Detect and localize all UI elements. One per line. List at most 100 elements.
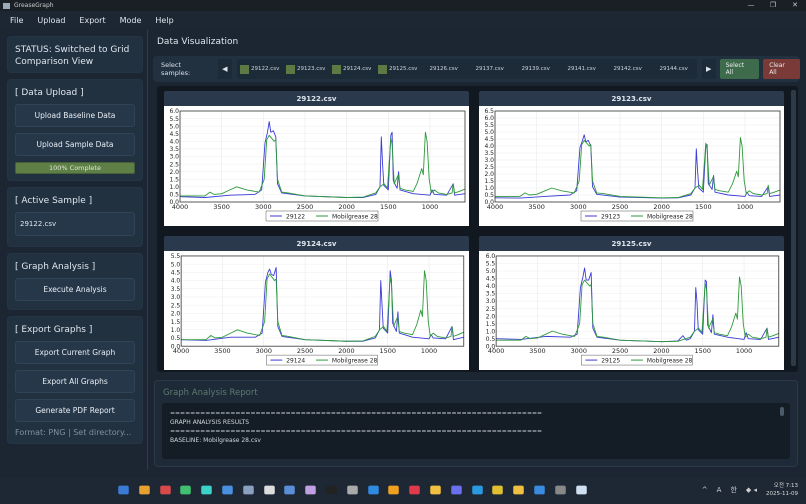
status-message: STATUS: Switched to Grid Comparison View <box>7 36 143 73</box>
chart-title: 29124.csv <box>164 236 469 251</box>
legend-sample-label: 29125 <box>601 358 620 365</box>
y-tick-label: 5.5 <box>171 253 181 260</box>
y-tick-label: 3.5 <box>171 286 181 293</box>
taskbar-app-icon[interactable] <box>409 485 420 495</box>
upload-baseline-button[interactable]: Upload Baseline Data <box>15 104 135 127</box>
menu-file[interactable]: File <box>10 16 23 25</box>
taskbar-app-icon[interactable] <box>201 485 212 495</box>
active-sample-field[interactable]: 29122.csv <box>15 212 135 236</box>
taskbar-app-icon[interactable] <box>305 485 316 495</box>
y-tick-label: 3.5 <box>169 146 179 153</box>
menu-help[interactable]: Help <box>155 16 173 25</box>
legend-baseline-label: Mobilgrease 28 <box>647 358 693 365</box>
menu-mode[interactable]: Mode <box>120 16 142 25</box>
sample-series-line <box>494 134 781 199</box>
taskbar-app-icon[interactable] <box>471 485 483 495</box>
taskbar-app-icon[interactable] <box>367 485 379 495</box>
chart-panel: 29125.csv 4000 3500 3000 2500 2000 1500 1000 0.0… <box>479 236 784 370</box>
y-tick-label: 4.0 <box>169 139 179 146</box>
sample-chip[interactable]: 29125.csv <box>375 64 421 74</box>
sample-chip[interactable]: 29137.csv <box>467 66 513 72</box>
sample-chip[interactable]: 29144.csv <box>651 66 697 72</box>
sample-chip[interactable]: 29141.csv <box>559 66 605 72</box>
generate-pdf-report-button[interactable]: Generate PDF Report <box>15 399 135 422</box>
clock[interactable]: 오전 7:13 2025-11-09 <box>766 482 798 498</box>
taskbar-app-icon[interactable] <box>346 485 358 495</box>
sample-chip[interactable]: 29142.csv <box>605 66 651 72</box>
maximize-button[interactable]: ❐ <box>762 0 784 11</box>
report-text[interactable]: ========================================… <box>162 403 790 459</box>
x-tick-label: 3500 <box>529 347 545 355</box>
export-section: [ Export Graphs ] Export Current Graph E… <box>7 316 143 444</box>
y-tick-label: 3.0 <box>171 294 181 301</box>
taskbar-app-icon[interactable] <box>139 485 150 495</box>
sample-chip-label: 29141.csv <box>567 66 596 72</box>
taskbar-app-icon[interactable] <box>513 485 524 495</box>
export-format-hint[interactable]: Format: PNG | Set directory... <box>15 428 135 437</box>
sample-checkbox[interactable] <box>240 64 250 74</box>
export-all-graphs-button[interactable]: Export All Graphs <box>15 370 135 393</box>
report-line: GRAPH ANALYSIS RESULTS <box>170 419 250 426</box>
taskbar-app-icon[interactable] <box>492 485 504 495</box>
x-tick-label: 1000 <box>737 203 754 211</box>
next-samples-button[interactable]: ▶ <box>701 59 716 79</box>
y-tick-label: 1.5 <box>486 321 496 328</box>
export-current-graph-button[interactable]: Export Current Graph <box>15 341 135 364</box>
prev-samples-button[interactable]: ◀ <box>217 59 232 79</box>
y-tick-label: 0.5 <box>169 192 179 199</box>
sample-chip[interactable]: 29126.csv <box>421 66 467 72</box>
sample-chip[interactable]: 29139.csv <box>513 66 559 72</box>
taskbar-app-icon[interactable] <box>284 485 296 495</box>
chart-legend: 29122 Mobilgrease 28 <box>265 210 379 222</box>
taskbar-app-icon[interactable] <box>222 485 233 495</box>
legend-baseline-label: Mobilgrease 28 <box>332 214 378 221</box>
select-all-button[interactable]: Select All <box>719 59 760 79</box>
y-tick-label: 5.0 <box>171 261 181 268</box>
taskbar-app-icon[interactable] <box>534 485 545 495</box>
minimize-button[interactable]: — <box>740 0 762 11</box>
sample-checkbox[interactable] <box>378 64 388 74</box>
y-tick-label: 3.5 <box>484 150 494 157</box>
sample-checkbox[interactable] <box>332 64 342 74</box>
tray-overflow-icon[interactable]: ^ <box>702 486 708 494</box>
taskbar-app-icon[interactable] <box>430 485 441 495</box>
chart-grid-scrollbar[interactable] <box>791 90 796 366</box>
taskbar-app-icon[interactable] <box>159 485 171 495</box>
sample-chip[interactable]: 29122.csv <box>237 64 283 74</box>
taskbar-app-icon[interactable] <box>180 485 192 495</box>
menu-export[interactable]: Export <box>79 16 105 25</box>
y-tick-label: 1.5 <box>171 319 181 326</box>
report-line: ========================================… <box>170 428 543 435</box>
taskbar-app-icon[interactable] <box>326 485 337 495</box>
input-mode-icon[interactable]: A <box>717 486 722 494</box>
y-tick-label: 3.0 <box>484 157 494 164</box>
menu-upload[interactable]: Upload <box>37 16 65 25</box>
taskbar-app-icon[interactable] <box>388 485 400 495</box>
upload-sample-button[interactable]: Upload Sample Data <box>15 133 135 156</box>
ime-icon[interactable]: 한 <box>730 485 736 495</box>
panel-divider[interactable] <box>147 30 148 470</box>
y-tick-label: 1.5 <box>169 176 179 183</box>
execute-analysis-button[interactable]: Execute Analysis <box>15 278 135 301</box>
wifi-volume-icon[interactable]: ◆ ◂ <box>746 486 757 494</box>
sample-checkbox[interactable] <box>286 64 296 74</box>
sample-chip[interactable]: 29123.csv <box>283 64 329 74</box>
x-tick-label: 2000 <box>653 347 669 355</box>
taskbar-app-icon[interactable] <box>450 485 462 495</box>
taskbar-app-icon[interactable] <box>575 485 587 495</box>
sample-chip-label: 29142.csv <box>613 66 642 72</box>
close-button[interactable]: ✕ <box>784 0 806 11</box>
clear-all-button[interactable]: Clear All <box>763 59 800 79</box>
y-tick-label: 6.0 <box>169 108 179 115</box>
y-tick-label: 6.0 <box>486 253 496 260</box>
taskbar-app-icon[interactable] <box>118 485 129 495</box>
sample-chip[interactable]: 29124.csv <box>329 64 375 74</box>
report-scrollbar[interactable] <box>780 407 784 416</box>
export-heading: [ Export Graphs ] <box>15 325 93 335</box>
menu-bar: File Upload Export Mode Help <box>0 11 806 30</box>
taskbar-app-icon[interactable] <box>243 485 254 495</box>
analysis-report-panel: Graph Analysis Report ==================… <box>154 380 798 467</box>
taskbar-app-icon[interactable] <box>554 485 566 495</box>
legend-sample-label: 29123 <box>601 214 620 221</box>
taskbar-app-icon[interactable] <box>263 485 275 495</box>
